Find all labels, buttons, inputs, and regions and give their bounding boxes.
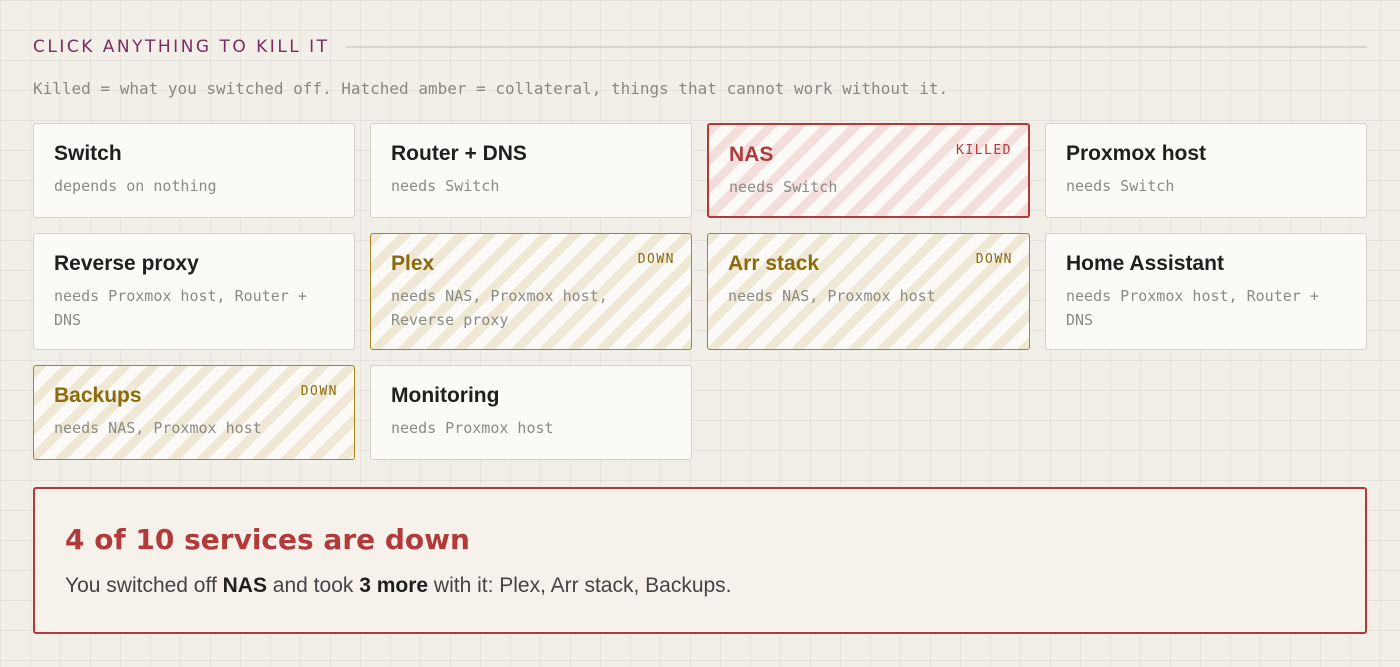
summary-text: You switched off NAS and took 3 more wit… — [65, 574, 1335, 598]
service-card-backups[interactable]: DOWN Backups needs NAS, Proxmox host — [33, 365, 355, 460]
service-card-proxmox-host[interactable]: Proxmox host needs Switch — [1045, 123, 1367, 218]
service-name: Home Assistant — [1066, 252, 1224, 275]
service-name: Proxmox host — [1066, 142, 1207, 165]
service-name: Reverse proxy — [54, 252, 199, 275]
service-name: Arr stack — [728, 252, 820, 275]
service-card-reverse-proxy[interactable]: Reverse proxy needs Proxmox host, Router… — [33, 233, 355, 350]
service-card-monitoring[interactable]: Monitoring needs Proxmox host — [370, 365, 692, 460]
service-name: Backups — [54, 384, 142, 407]
status-badge: DOWN — [975, 252, 1013, 267]
service-name: Monitoring — [391, 384, 500, 407]
status-badge: DOWN — [300, 384, 338, 399]
service-deps: needs Switch — [391, 177, 500, 195]
service-deps: needs NAS, Proxmox host — [728, 287, 936, 305]
service-deps: needs Switch — [1066, 177, 1175, 195]
service-deps: depends on nothing — [54, 177, 217, 195]
service-name: Switch — [54, 142, 122, 165]
service-card-router-dns[interactable]: Router + DNS needs Switch — [370, 123, 692, 218]
service-card-arr-stack[interactable]: DOWN Arr stack needs NAS, Proxmox host — [707, 233, 1030, 350]
status-badge: KILLED — [956, 143, 1012, 158]
service-deps: needs Proxmox host — [391, 419, 554, 437]
service-deps: needs NAS, Proxmox host, Reverse proxy — [391, 287, 608, 329]
service-deps: needs NAS, Proxmox host — [54, 419, 262, 437]
service-name: Router + DNS — [391, 142, 527, 165]
section-title: CLICK ANYTHING TO KILL IT — [33, 37, 330, 57]
summary-suffix: with it: Plex, Arr stack, Backups. — [428, 574, 732, 597]
summary-killed-name: NAS — [222, 574, 267, 597]
legend-text: Killed = what you switched off. Hatched … — [33, 79, 949, 98]
service-card-plex[interactable]: DOWN Plex needs NAS, Proxmox host, Rever… — [370, 233, 692, 350]
service-card-home-assistant[interactable]: Home Assistant needs Proxmox host, Route… — [1045, 233, 1367, 350]
service-deps: needs Proxmox host, Router + DNS — [54, 287, 307, 329]
summary-title: 4 of 10 services are down — [65, 523, 470, 556]
section-header: CLICK ANYTHING TO KILL IT — [33, 36, 1367, 58]
service-card-switch[interactable]: Switch depends on nothing — [33, 123, 355, 218]
status-badge: DOWN — [637, 252, 675, 267]
summary-middle: and took — [266, 574, 360, 597]
header-divider — [345, 46, 1367, 48]
summary-prefix: You switched off — [65, 574, 223, 597]
summary-more-count: 3 more — [359, 574, 429, 597]
service-deps: needs Switch — [729, 178, 838, 196]
service-card-nas[interactable]: KILLED NAS needs Switch — [707, 123, 1030, 218]
service-deps: needs Proxmox host, Router + DNS — [1066, 287, 1319, 329]
service-name: Plex — [391, 252, 435, 275]
outage-summary: 4 of 10 services are down You switched o… — [33, 487, 1367, 634]
